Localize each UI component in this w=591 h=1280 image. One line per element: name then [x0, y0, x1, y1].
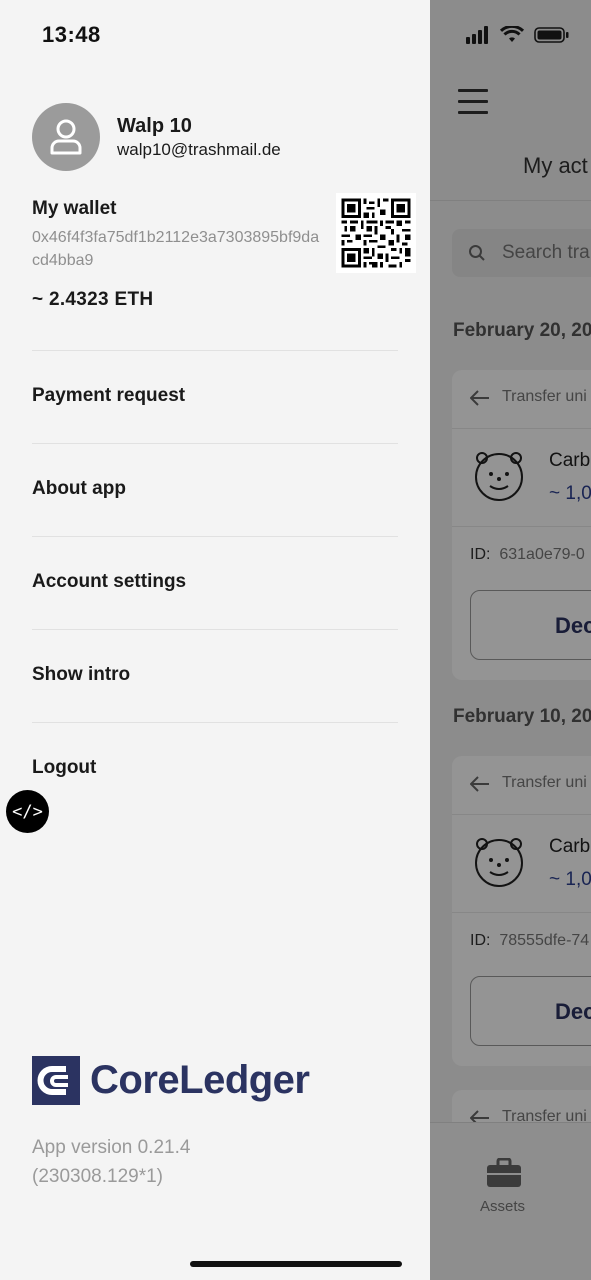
coreledger-logo-icon — [32, 1056, 80, 1105]
wifi-icon — [500, 26, 524, 42]
wallet-address[interactable]: 0x46f4f3fa75df1b2112e3a7303895bf9dacd4bb… — [32, 226, 322, 272]
brand-logo: CoreLedger — [32, 1056, 310, 1105]
user-email: walp10@trashmail.de — [117, 140, 281, 159]
wallet-balance: ~ 2.4323 ETH — [32, 289, 154, 310]
user-icon — [50, 119, 82, 155]
developer-tools-button[interactable]: </> — [6, 790, 49, 833]
wallet-title: My wallet — [32, 198, 117, 219]
qr-code-icon[interactable] — [336, 193, 416, 273]
status-time: 13:48 — [42, 22, 101, 47]
menu-item-payment-request[interactable]: Payment request — [32, 350, 398, 442]
menu-item-show-intro[interactable]: Show intro — [32, 629, 398, 721]
user-name: Walp 10 — [117, 115, 192, 137]
app-version: App version 0.21.4 (230308.129*1) — [32, 1137, 191, 1187]
battery-icon — [534, 27, 569, 43]
home-indicator[interactable] — [190, 1261, 402, 1267]
side-drawer: 13:48 Walp 10 walp10@trashmail.de My wal… — [0, 0, 430, 1280]
cellular-signal-icon — [466, 26, 488, 44]
avatar[interactable] — [32, 103, 100, 171]
status-icons — [466, 26, 570, 44]
brand-name: CoreLedger — [90, 1058, 310, 1102]
menu-item-logout[interactable]: Logout — [32, 722, 398, 814]
menu-item-about-app[interactable]: About app — [32, 443, 398, 535]
menu-item-account-settings[interactable]: Account settings — [32, 536, 398, 628]
